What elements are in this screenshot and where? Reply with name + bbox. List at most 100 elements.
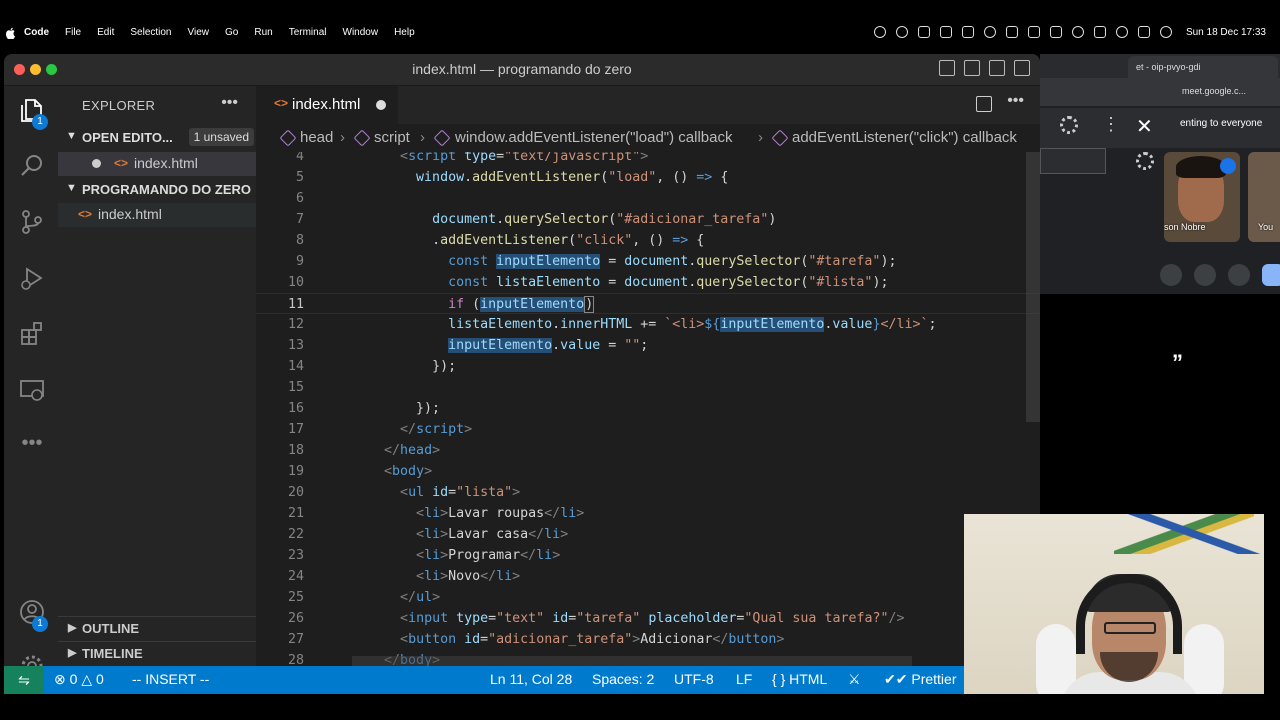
project-file-item[interactable]: <> index.html xyxy=(58,203,256,227)
line-number: 22 xyxy=(287,527,304,542)
menu-run[interactable]: Run xyxy=(254,27,272,38)
menu-selection[interactable]: Selection xyxy=(130,27,171,38)
breadcrumb-load-callback[interactable]: window.addEventListener("load") callback xyxy=(455,129,732,146)
html-file-icon: <> xyxy=(114,156,129,170)
browser-address-bar[interactable]: meet.google.c... xyxy=(1040,78,1280,106)
control-center-icon[interactable] xyxy=(1137,26,1150,38)
problems-indicator[interactable]: ⊗ 0 △ 0 xyxy=(54,671,104,688)
meet-tab[interactable]: et - oip-pvyo-gdi xyxy=(1128,56,1278,80)
explorer-icon[interactable]: 1 xyxy=(18,96,48,130)
menu-window[interactable]: Window xyxy=(343,27,379,38)
search-icon[interactable] xyxy=(1115,26,1128,38)
status-icon[interactable] xyxy=(1005,26,1018,38)
tab-index-html[interactable]: <> index.html xyxy=(256,86,398,124)
code-text: <body> xyxy=(384,464,433,479)
end-of-line[interactable]: LF xyxy=(736,671,752,687)
status-icon[interactable] xyxy=(1027,26,1040,38)
line-number: 28 xyxy=(287,653,304,666)
code-text: }); xyxy=(416,401,441,416)
vscode-window: index.html — programando do zero 1 ••• 1… xyxy=(4,54,1040,694)
run-debug-icon[interactable] xyxy=(18,264,46,292)
status-icon[interactable] xyxy=(939,26,952,38)
explorer-sidebar: EXPLORER ••• ▼ OPEN EDITO... 1 unsaved <… xyxy=(58,86,256,666)
status-icon[interactable] xyxy=(895,26,908,38)
breadcrumb-separator: › xyxy=(340,129,345,146)
unsaved-dot-icon[interactable] xyxy=(376,100,386,110)
outline-section[interactable]: ▶ OUTLINE xyxy=(58,616,256,640)
timeline-section[interactable]: ▶ TIMELINE xyxy=(58,641,256,665)
more-options-icon[interactable]: ⋮ xyxy=(1102,114,1120,135)
more-views-icon[interactable]: ••• xyxy=(18,432,46,460)
toggle-panel-icon[interactable] xyxy=(964,60,980,76)
menu-view[interactable]: View xyxy=(188,27,210,38)
vertical-scrollbar[interactable] xyxy=(1026,152,1040,422)
present-icon[interactable] xyxy=(1262,264,1280,286)
mic-icon[interactable] xyxy=(1160,264,1182,286)
toggle-secondary-sidebar-icon[interactable] xyxy=(989,60,1005,76)
close-icon[interactable]: ✕ xyxy=(1136,114,1153,139)
code-line: 9 const inputElemento = document.querySe… xyxy=(256,251,1040,272)
menu-app-name[interactable]: Code xyxy=(24,27,49,38)
menubar-clock[interactable]: Sun 18 Dec 17:33 xyxy=(1186,27,1266,38)
encoding[interactable]: UTF-8 xyxy=(674,671,714,687)
captions-icon[interactable] xyxy=(1194,264,1216,286)
menu-go[interactable]: Go xyxy=(225,27,238,38)
siri-icon[interactable] xyxy=(1159,26,1172,38)
menu-edit[interactable]: Edit xyxy=(97,27,114,38)
explorer-more-icon[interactable]: ••• xyxy=(221,94,238,112)
customize-layout-icon[interactable] xyxy=(1014,60,1030,76)
cursor-position[interactable]: Ln 11, Col 28 xyxy=(490,671,572,687)
menu-terminal[interactable]: Terminal xyxy=(289,27,327,38)
code-line: 10 const listaElemento = document.queryS… xyxy=(256,272,1040,293)
status-icon[interactable] xyxy=(1049,26,1062,38)
participant-tile[interactable]: son Nobre xyxy=(1164,152,1240,242)
gear-icon[interactable] xyxy=(1136,152,1154,170)
self-tile[interactable]: You xyxy=(1248,152,1280,242)
accounts-icon[interactable]: 1 xyxy=(18,598,48,632)
breadcrumb-click-callback[interactable]: addEventListener("click") callback xyxy=(792,129,1017,146)
raise-hand-icon[interactable] xyxy=(1228,264,1250,286)
breadcrumb-head[interactable]: head xyxy=(300,129,333,146)
meet-search-field[interactable] xyxy=(1040,148,1106,174)
project-section[interactable]: ▼ PROGRAMANDO DO ZERO xyxy=(58,178,256,202)
code-text: const listaElemento = document.querySele… xyxy=(448,275,889,290)
remote-indicator-icon[interactable]: ⇋ xyxy=(4,666,44,694)
horizontal-scrollbar[interactable] xyxy=(352,656,912,666)
line-number: 8 xyxy=(295,233,304,248)
status-icon[interactable] xyxy=(917,26,930,38)
apple-logo-icon[interactable] xyxy=(6,27,16,39)
macos-menubar: Code File Edit Selection View Go Run Ter… xyxy=(0,0,1280,50)
prettier-status[interactable]: ✔✔ Prettier xyxy=(884,671,956,688)
indentation[interactable]: Spaces: 2 xyxy=(592,671,654,687)
open-editors-section[interactable]: ▼ OPEN EDITO... 1 unsaved xyxy=(58,126,256,150)
toggle-sidebar-icon[interactable] xyxy=(939,60,955,76)
menu-file[interactable]: File xyxy=(65,27,81,38)
code-line: 21 <li>Lavar roupas</li> xyxy=(256,503,1040,524)
status-icon[interactable] xyxy=(873,26,886,38)
breadcrumb-script[interactable]: script xyxy=(374,129,410,146)
extensions-icon[interactable] xyxy=(18,320,46,348)
gaming-chair xyxy=(1184,624,1224,694)
line-number: 4 xyxy=(295,152,304,164)
open-editor-item[interactable]: <> index.html xyxy=(58,152,256,176)
editor-more-icon[interactable]: ••• xyxy=(1007,92,1024,110)
html-file-icon: <> xyxy=(78,207,93,221)
remote-explorer-icon[interactable] xyxy=(18,376,46,404)
language-mode[interactable]: { } HTML xyxy=(772,671,827,687)
code-line: 16 }); xyxy=(256,398,1040,419)
code-editor[interactable]: 4 <script type="text/javascript"> 5 wind… xyxy=(256,152,1040,666)
menu-help[interactable]: Help xyxy=(394,27,415,38)
line-number: 19 xyxy=(287,464,304,479)
title-bar: index.html — programando do zero xyxy=(4,54,1040,86)
gear-icon[interactable] xyxy=(1060,116,1078,134)
split-editor-icon[interactable] xyxy=(976,96,992,112)
code-line: 24 <li>Novo</li> xyxy=(256,566,1040,587)
status-icon[interactable] xyxy=(983,26,996,38)
no-bell-icon[interactable]: ⚔ xyxy=(848,671,861,688)
battery-icon[interactable] xyxy=(1093,26,1106,38)
source-control-icon[interactable] xyxy=(18,208,46,236)
status-icon[interactable] xyxy=(961,26,974,38)
wifi-icon[interactable] xyxy=(1071,26,1084,38)
search-icon[interactable] xyxy=(18,152,46,180)
code-line: 12 listaElemento.innerHTML += `<li>${inp… xyxy=(256,314,1040,335)
